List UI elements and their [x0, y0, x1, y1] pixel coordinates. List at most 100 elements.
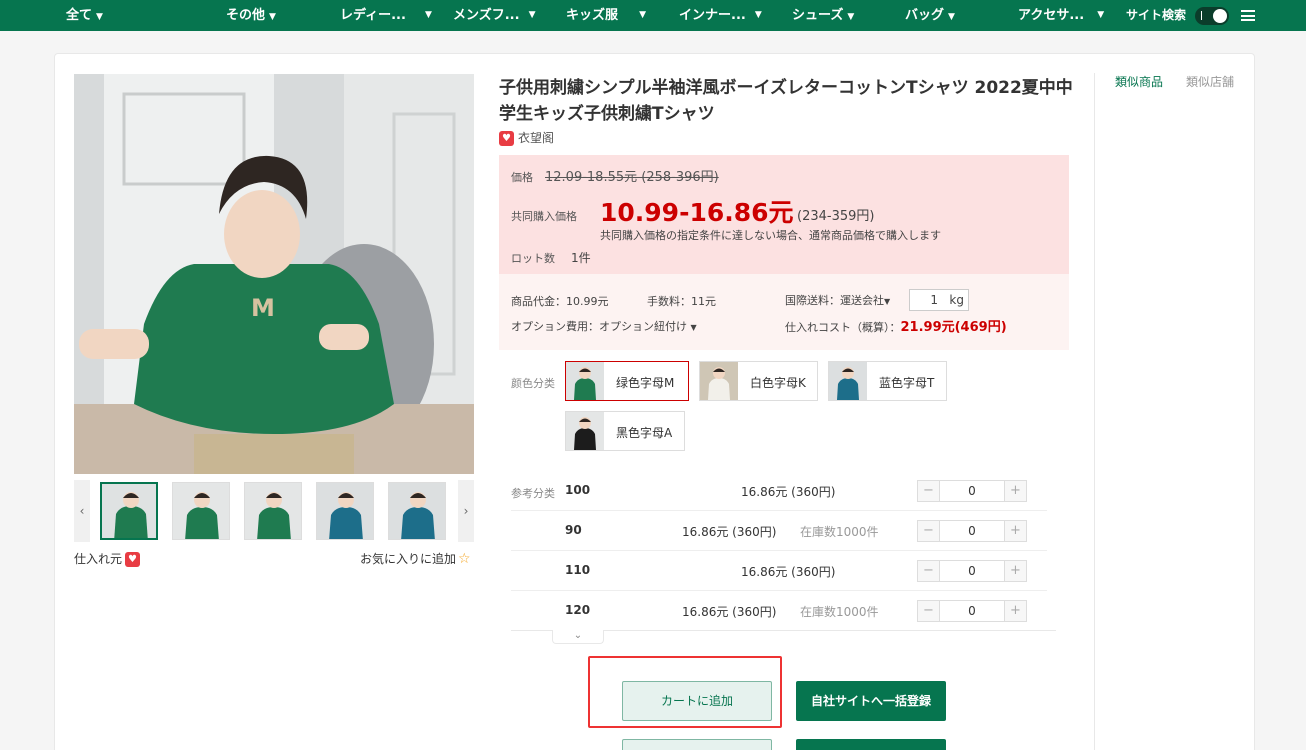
- minus-button[interactable]: −: [918, 601, 940, 621]
- minus-button[interactable]: −: [918, 521, 940, 541]
- product-title: 子供用刺繍シンプル半袖洋風ボーイズレターコットンTシャツ 2022夏中中学生キッ…: [499, 78, 1073, 124]
- nav-label: キッズ服: [566, 8, 619, 23]
- size-value: 90: [565, 523, 582, 537]
- size-row: 90 16.86元 (360円) 在庫数1000件 −0 +: [511, 511, 1047, 551]
- caret-down-icon: ▼: [690, 323, 697, 332]
- hamburger-icon[interactable]: [1241, 10, 1255, 21]
- plus-button[interactable]: +: [1004, 481, 1026, 501]
- shop-logo-icon: [125, 552, 141, 567]
- color-option[interactable]: 蓝色字母T: [828, 361, 947, 401]
- tab-similar-products[interactable]: 類似商品: [1115, 73, 1163, 90]
- size-row: 120 16.86元 (360円) 在庫数1000件 −0 +: [511, 591, 1047, 631]
- nav-label: メンズフ...: [453, 8, 520, 23]
- minus-button[interactable]: −: [918, 481, 940, 501]
- shop-name-label: 衣望阁: [518, 131, 555, 145]
- chevron-right-icon[interactable]: ›: [458, 480, 474, 542]
- site-search-label: サイト検索: [1126, 8, 1187, 22]
- expand-chevron-icon[interactable]: ⌄: [552, 630, 604, 644]
- top-nav: 全て ▼ その他 ▼ レディー... ▼ メンズフ... ▼ キッズ服 ▼ インナー...…: [0, 0, 1306, 31]
- nav-item-shoes[interactable]: シューズ ▼: [792, 0, 854, 31]
- lot-label: ロット数: [511, 252, 555, 265]
- size-row: 110 16.86元 (360円) −0 +: [511, 551, 1047, 591]
- thumbnail[interactable]: [172, 482, 230, 540]
- toggle-knob: [1213, 9, 1227, 23]
- plus-button[interactable]: +: [1004, 521, 1026, 541]
- color-thumb: [700, 362, 738, 400]
- minus-button[interactable]: −: [918, 561, 940, 581]
- group-price-label: 共同購入価格: [511, 210, 577, 223]
- quantity-input[interactable]: 0: [940, 484, 1004, 498]
- weight-input[interactable]: 1 kg: [909, 289, 969, 311]
- chevron-left-icon[interactable]: ‹: [74, 480, 90, 542]
- caret-down-icon: ▼: [1097, 10, 1105, 20]
- color-option-label: 白色字母K: [750, 376, 806, 390]
- option-select[interactable]: オプション費用：オプション紐付け ▼: [511, 318, 697, 334]
- quantity-input[interactable]: 0: [940, 604, 1004, 618]
- favorite-button[interactable]: お気に入りに追加 ☆: [360, 550, 471, 567]
- site-search-toggle[interactable]: [1195, 7, 1229, 25]
- shop-name[interactable]: 衣望阁: [499, 129, 554, 146]
- add-to-cart-button[interactable]: カートに追加: [622, 681, 772, 721]
- color-thumb: [829, 362, 867, 400]
- color-option[interactable]: 白色字母K: [699, 361, 818, 401]
- thumbnail-strip: ‹ ›: [74, 480, 474, 542]
- nav-item-bags[interactable]: バッグ ▼: [905, 0, 955, 31]
- size-value: 100: [565, 483, 591, 497]
- caret-down-icon: ▼: [528, 10, 536, 20]
- group-price-note: 共同購入価格の指定条件に達しない場合、通常商品価格で購入します: [600, 229, 941, 242]
- item-cost: 商品代金：10.99元: [511, 295, 609, 308]
- size-price: 16.86元 (360円): [741, 485, 836, 499]
- purchase-cost-label: 仕入れコスト（概算）：: [785, 321, 901, 334]
- plus-button[interactable]: +: [1004, 561, 1026, 581]
- nav-label: レディー...: [340, 8, 406, 23]
- color-option[interactable]: 绿色字母M: [565, 361, 689, 401]
- tab-similar-shops[interactable]: 類似店舗: [1186, 73, 1234, 90]
- price-box: 価格 12.09-18.55元 (258-396円) 共同購入価格 10.99-1…: [499, 155, 1069, 274]
- thumbnail[interactable]: [100, 482, 158, 540]
- caret-down-icon: ▼: [884, 297, 891, 306]
- thumbnail[interactable]: [316, 482, 374, 540]
- size-price: 16.86元 (360円): [682, 525, 777, 539]
- thumbnail[interactable]: [244, 482, 302, 540]
- supplier-label: 仕入れ元: [74, 552, 123, 566]
- nav-label: アクセサ...: [1018, 8, 1085, 23]
- color-option-label: 黑色字母A: [616, 426, 673, 440]
- thumbnail[interactable]: [388, 482, 446, 540]
- color-label: 颜色分类: [511, 377, 555, 390]
- purchase-cost: 仕入れコスト（概算）：21.99元(469円): [785, 316, 1007, 335]
- nav-item-ladies[interactable]: レディー... ▼: [340, 0, 432, 31]
- color-option[interactable]: 黑色字母A: [565, 411, 685, 451]
- weight-value: 1: [930, 293, 938, 307]
- size-price: 16.86元 (360円): [741, 565, 836, 579]
- supplier[interactable]: 仕入れ元: [74, 550, 141, 567]
- nav-item-mens[interactable]: メンズフ... ▼: [453, 0, 536, 31]
- nav-item-accessories[interactable]: アクセサ... ▼: [1018, 0, 1104, 31]
- shipping-select[interactable]: 国際送料：運送会社▼: [785, 292, 890, 308]
- nav-item-all[interactable]: 全て ▼: [66, 0, 103, 31]
- size-value: 120: [565, 603, 591, 617]
- size-value: 110: [565, 563, 591, 577]
- old-price: 12.09-18.55元 (258-396円): [545, 170, 719, 185]
- plus-button[interactable]: +: [1004, 601, 1026, 621]
- option-cost-label: オプション費用：オプション紐付け: [511, 320, 687, 333]
- secondary-light-button[interactable]: [622, 739, 772, 750]
- quantity-input[interactable]: 0: [940, 524, 1004, 538]
- caret-down-icon: ▼: [639, 10, 647, 20]
- nav-item-kids[interactable]: キッズ服 ▼: [566, 0, 646, 31]
- toggle-mark: [1201, 11, 1202, 20]
- nav-item-inner[interactable]: インナー... ▼: [679, 0, 762, 31]
- lot-value: 1件: [571, 251, 591, 265]
- secondary-green-button[interactable]: [796, 739, 946, 750]
- stock-count: 在庫数1000件: [800, 525, 879, 539]
- regular-price-row: 価格 12.09-18.55元 (258-396円): [511, 166, 719, 185]
- size-price: 16.86元 (360円): [682, 605, 777, 619]
- quantity-input[interactable]: 0: [940, 564, 1004, 578]
- favorite-label: お気に入りに追加: [360, 552, 457, 566]
- nav-label: バッグ: [905, 8, 945, 23]
- product-main-image: M: [74, 74, 474, 474]
- nav-item-other[interactable]: その他 ▼: [226, 0, 276, 31]
- nav-label: シューズ: [792, 8, 844, 23]
- bulk-register-button[interactable]: 自社サイトへ一括登録: [796, 681, 946, 721]
- caret-down-icon: ▼: [96, 12, 103, 22]
- quantity-stepper: −0 +: [917, 600, 1027, 622]
